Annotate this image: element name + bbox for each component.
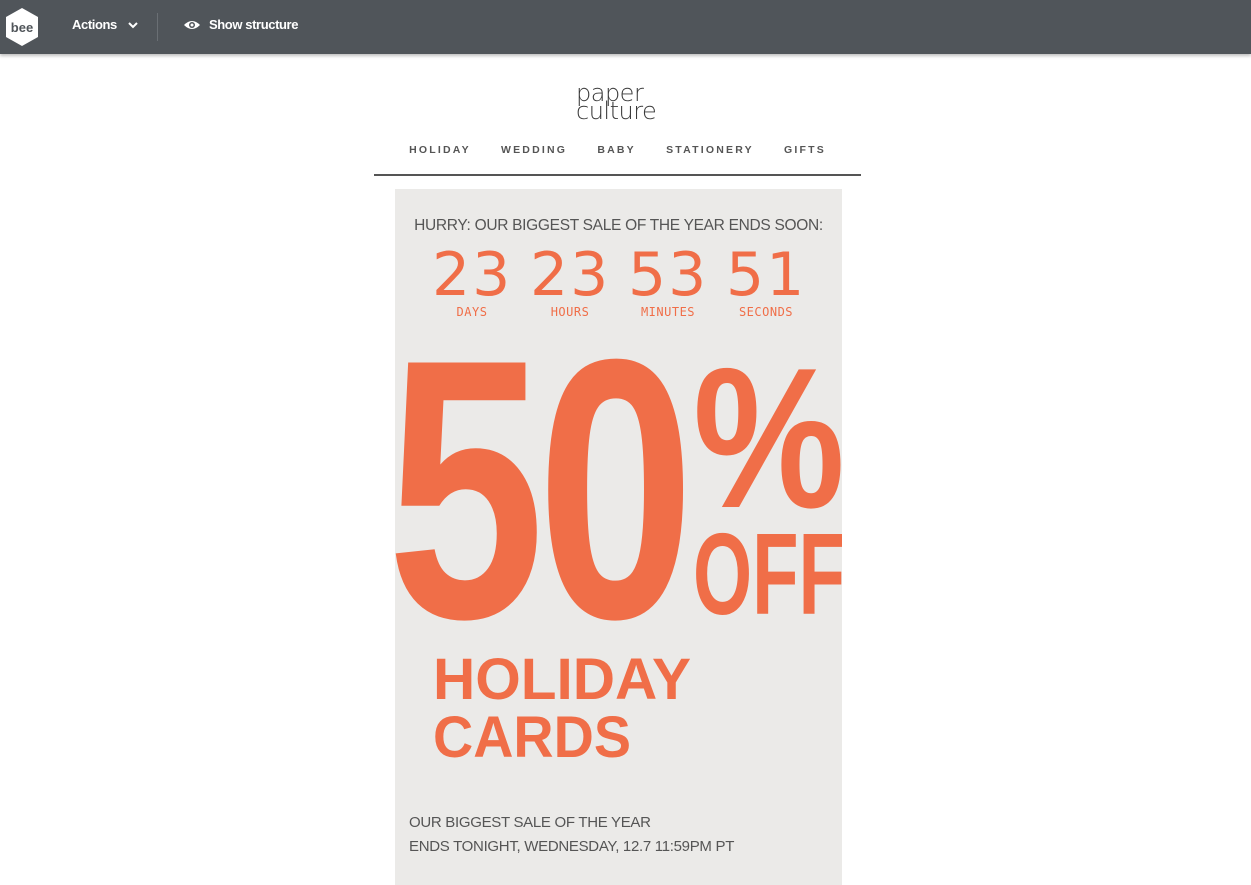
countdown-timer: 23 DAYS 23 HOURS 53 MINUTES 51 SECONDS: [432, 241, 806, 319]
bee-logo-icon[interactable]: bee: [4, 7, 40, 47]
brand-line-2: culture: [576, 97, 657, 125]
toolbar-divider: [157, 13, 158, 41]
paper-culture-logo[interactable]: paper culture: [576, 81, 666, 125]
chevron-down-icon: [128, 21, 138, 28]
nav-baby[interactable]: BABY: [597, 144, 636, 156]
footer-line-2: ENDS TONIGHT, WEDNESDAY, 12.7 11:59PM PT: [409, 838, 735, 855]
nav-stationery[interactable]: STATIONERY: [666, 144, 754, 156]
hours-value: 23: [530, 240, 611, 310]
footer-line-1: OUR BIGGEST SALE OF THE YEAR: [409, 814, 651, 831]
seconds-value: 51: [726, 240, 807, 310]
countdown-seconds: 51 SECONDS: [726, 241, 806, 319]
promo-holiday: HOLIDAY: [433, 647, 691, 712]
promo-cards: CARDS: [433, 705, 631, 770]
sale-footer: OUR BIGGEST SALE OF THE YEAR ENDS TONIGH…: [395, 789, 842, 885]
email-canvas: paper culture HOLIDAY WEDDING BABY STATI…: [0, 54, 1251, 885]
actions-label: Actions: [72, 17, 117, 32]
top-toolbar: bee Actions Show structure: [0, 0, 1251, 54]
nav-wedding[interactable]: WEDDING: [501, 144, 567, 156]
eye-icon: [184, 20, 200, 29]
nav-gifts[interactable]: GIFTS: [784, 144, 826, 156]
promo-amount: 50: [395, 329, 687, 696]
countdown-minutes: 53 MINUTES: [628, 241, 708, 319]
nav-holiday[interactable]: HOLIDAY: [409, 144, 471, 156]
days-value: 23: [432, 240, 513, 310]
countdown-hours: 23 HOURS: [530, 241, 610, 319]
promo-off: OFF: [693, 509, 842, 639]
actions-menu-button[interactable]: Actions: [72, 17, 139, 32]
minutes-value: 53: [628, 240, 709, 310]
hurry-heading: HURRY: OUR BIGGEST SALE OF THE YEAR ENDS…: [414, 217, 823, 234]
show-structure-label: Show structure: [209, 17, 299, 32]
email-nav: HOLIDAY WEDDING BABY STATIONERY GIFTS: [374, 144, 861, 156]
countdown-days: 23 DAYS: [432, 241, 512, 319]
show-structure-button[interactable]: Show structure: [183, 17, 298, 32]
nav-divider: [374, 174, 861, 176]
promo-panel: HURRY: OUR BIGGEST SALE OF THE YEAR ENDS…: [395, 189, 842, 885]
promo-image[interactable]: 50 % OFF HOLIDAY CARDS: [395, 329, 842, 789]
logo-text: bee: [11, 20, 33, 35]
promo-graphic: 50 % OFF HOLIDAY CARDS: [395, 329, 842, 770]
